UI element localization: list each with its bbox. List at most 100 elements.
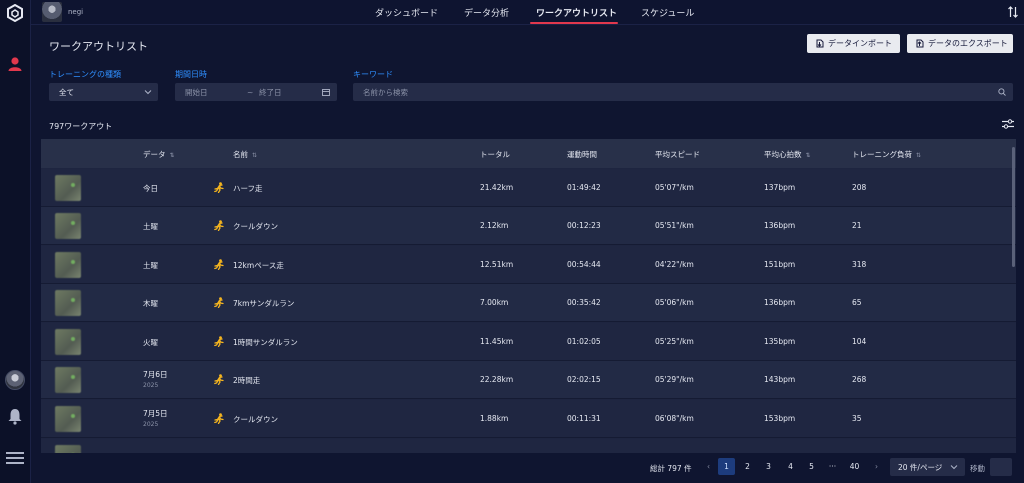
row-total: 2.12km xyxy=(480,221,509,230)
header-load[interactable]: トレーニング負荷 ⇅ xyxy=(852,149,921,160)
row-total: 1.88km xyxy=(480,414,509,423)
table-row[interactable]: 7月6日 2025 2時間走 22.28km 02:02:15 05'29"/km 143b… xyxy=(41,361,1016,399)
search-icon[interactable] xyxy=(998,88,1006,96)
route-map-thumbnail xyxy=(55,175,81,201)
row-name[interactable]: クールダウン xyxy=(233,414,278,425)
row-name[interactable]: 2時間走 xyxy=(233,375,260,386)
route-map-thumbnail xyxy=(55,213,81,239)
row-time: 01:02:05 xyxy=(567,337,601,346)
row-name[interactable]: ハーフ走 xyxy=(233,183,263,194)
table-row[interactable]: 木曜 7kmサンダルラン 7.00km 00:35:42 05'06"/km 136bpm… xyxy=(41,284,1016,322)
header-hr[interactable]: 平均心拍数 ⇅ xyxy=(764,149,811,160)
range-separator: ~ xyxy=(247,87,254,97)
row-name[interactable]: 12kmペース走 xyxy=(233,260,284,271)
row-training-load: 21 xyxy=(852,221,862,230)
period-range-picker[interactable]: 開始日 ~ 終了日 xyxy=(175,83,337,101)
table-row[interactable] xyxy=(41,439,1016,453)
table-header: データ ⇅ 名前 ⇅ トータル 運動時間 平均スピード 平均心拍数 ⇅ トレーニング負… xyxy=(41,139,1016,168)
table-row[interactable]: 7月5日 2025 クールダウン 1.88km 00:11:31 06'08"/km 153… xyxy=(41,400,1016,438)
sort-icon[interactable] xyxy=(1007,6,1019,18)
table-row[interactable]: 土曜 12kmペース走 12.51km 00:54:44 04'22"/km 151bpm… xyxy=(41,246,1016,284)
table-scrollbar[interactable] xyxy=(1012,147,1015,267)
keyword-search-input[interactable]: 名前から検索 xyxy=(353,83,1013,101)
row-heart-rate: 151bpm xyxy=(764,260,796,269)
row-time: 00:54:44 xyxy=(567,260,601,269)
training-type-select[interactable]: 全て xyxy=(49,83,158,101)
tab-workout-list[interactable]: ワークアウトリスト xyxy=(536,6,617,19)
page-size-value: 20 件/ページ xyxy=(898,462,943,472)
row-date-label: 7月6日 xyxy=(143,370,168,379)
header-date[interactable]: データ ⇅ xyxy=(143,149,175,160)
sort-icon: ⇅ xyxy=(916,152,922,159)
keyword-placeholder: 名前から検索 xyxy=(363,87,408,97)
row-time: 00:35:42 xyxy=(567,298,601,307)
bell-icon[interactable] xyxy=(7,408,23,425)
data-import-button[interactable]: データインポート xyxy=(807,34,900,53)
row-date-label: 火曜 xyxy=(143,338,158,347)
data-export-button[interactable]: データのエクスポート xyxy=(907,34,1013,53)
jump-page-input[interactable] xyxy=(990,458,1012,476)
row-name[interactable]: 1時間サンダルラン xyxy=(233,337,298,348)
column-settings-icon[interactable] xyxy=(1002,119,1014,129)
row-training-load: 208 xyxy=(852,183,867,192)
row-speed: 05'07"/km xyxy=(655,183,694,192)
row-heart-rate: 136bpm xyxy=(764,221,796,230)
active-tab-indicator xyxy=(530,22,618,24)
training-type-label: トレーニングの種類 xyxy=(49,70,121,79)
row-speed: 04'22"/km xyxy=(655,260,694,269)
header-load-label: トレーニング負荷 xyxy=(852,150,912,159)
table-row[interactable]: 土曜 クールダウン 2.12km 00:12:23 05'51"/km 136bpm 21 xyxy=(41,207,1016,245)
route-map-thumbnail xyxy=(55,445,81,453)
header-speed: 平均スピード xyxy=(655,150,700,159)
running-icon xyxy=(214,182,224,193)
table-row[interactable]: 火曜 1時間サンダルラン 11.45km 01:02:05 05'25"/km 135bp… xyxy=(41,323,1016,361)
header-name[interactable]: 名前 ⇅ xyxy=(233,149,257,160)
row-name[interactable]: クールダウン xyxy=(233,221,278,232)
running-icon xyxy=(214,374,224,385)
table-row[interactable]: 今日 ハーフ走 21.42km 01:49:42 05'07"/km 137bpm 208 xyxy=(41,169,1016,207)
row-year: 2025 xyxy=(143,382,159,389)
page-button[interactable]: 3 xyxy=(760,458,777,475)
page-button[interactable]: 1 xyxy=(718,458,735,475)
row-training-load: 318 xyxy=(852,260,867,269)
row-year: 2025 xyxy=(143,421,159,428)
page-button[interactable]: 4 xyxy=(782,458,799,475)
prev-page-button[interactable]: ‹ xyxy=(700,458,717,475)
tab-data-analysis[interactable]: データ分析 xyxy=(464,6,509,19)
page-button[interactable]: ··· xyxy=(824,458,841,475)
row-speed: 06'08"/km xyxy=(655,414,694,423)
row-total: 21.42km xyxy=(480,183,514,192)
keyword-label: キーワード xyxy=(353,70,393,79)
running-icon xyxy=(214,297,224,308)
row-heart-rate: 137bpm xyxy=(764,183,796,192)
row-date: 7月5日 2025 xyxy=(143,408,168,428)
data-export-label: データのエクスポート xyxy=(928,39,1008,48)
row-name[interactable]: 7kmサンダルラン xyxy=(233,298,294,309)
header-total: トータル xyxy=(480,150,510,159)
row-heart-rate: 153bpm xyxy=(764,414,796,423)
row-date: 木曜 xyxy=(143,298,158,309)
row-total: 12.51km xyxy=(480,260,514,269)
app-logo-icon[interactable] xyxy=(6,4,24,22)
row-date: 土曜 xyxy=(143,221,158,232)
start-date-input[interactable]: 開始日 xyxy=(185,87,208,98)
page-button[interactable]: 40 xyxy=(846,458,863,475)
period-label: 期間日時 xyxy=(175,70,207,79)
user-icon[interactable] xyxy=(7,56,23,72)
tab-dashboard[interactable]: ダッシュボード xyxy=(375,6,438,19)
workout-table: データ ⇅ 名前 ⇅ トータル 運動時間 平均スピード 平均心拍数 ⇅ トレーニング負… xyxy=(41,139,1016,453)
profile-avatar[interactable] xyxy=(5,370,25,390)
next-page-button[interactable]: › xyxy=(868,458,885,475)
row-date: 7月6日 2025 xyxy=(143,369,168,389)
page-button[interactable]: 5 xyxy=(803,458,820,475)
page-size-select[interactable]: 20 件/ページ xyxy=(890,458,965,476)
main-nav: ダッシュボード データ分析 ワークアウトリスト スケジュール xyxy=(31,0,1024,25)
row-date-label: 土曜 xyxy=(143,222,158,231)
header-date-label: データ xyxy=(143,150,166,159)
row-date-label: 7月5日 xyxy=(143,409,168,418)
row-training-load: 104 xyxy=(852,337,867,346)
hamburger-menu-icon[interactable] xyxy=(6,451,24,465)
page-button[interactable]: 2 xyxy=(739,458,756,475)
tab-schedule[interactable]: スケジュール xyxy=(641,6,694,19)
end-date-input[interactable]: 終了日 xyxy=(259,87,282,98)
